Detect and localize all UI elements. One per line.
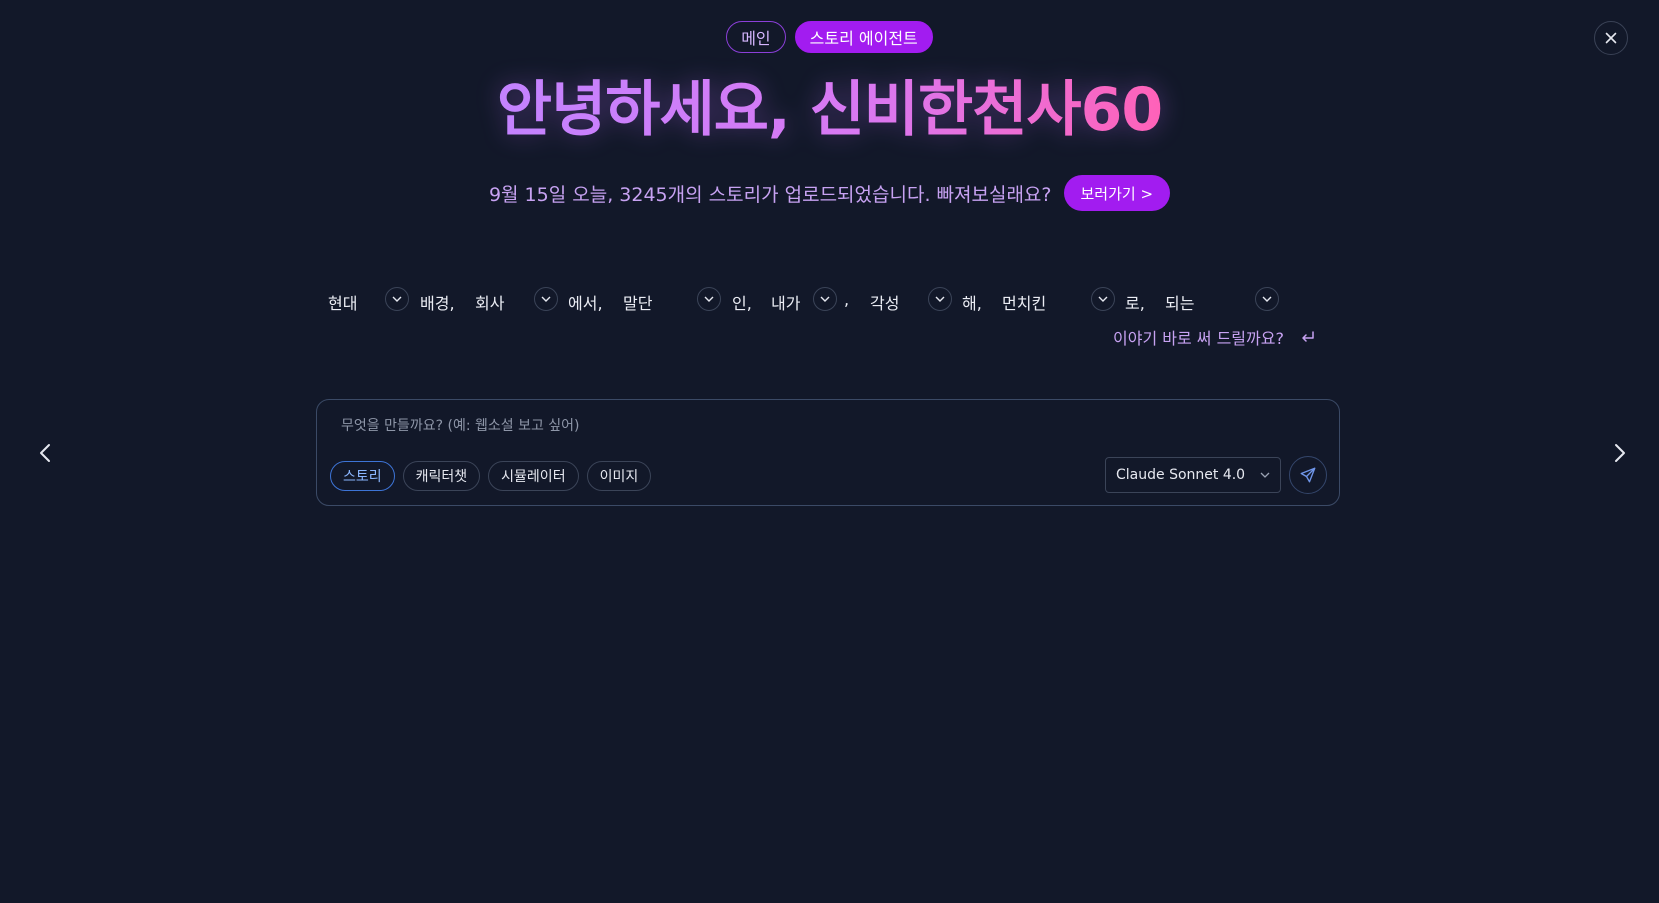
- prompt-word-role[interactable]: 먼치킨: [1002, 290, 1046, 314]
- write-now-link[interactable]: 이야기 바로 써 드릴까요?: [1113, 325, 1316, 349]
- close-button[interactable]: [1594, 21, 1628, 55]
- return-icon: [1300, 330, 1316, 344]
- prompt-input[interactable]: [341, 414, 1041, 438]
- mode-tabs: 메인 스토리 에이전트: [0, 21, 1659, 53]
- chevron-left-icon: [39, 443, 51, 463]
- outcome-dropdown[interactable]: [1255, 287, 1279, 311]
- type-chip-image[interactable]: 이미지: [586, 461, 652, 491]
- type-chip-simulator[interactable]: 시뮬레이터: [488, 461, 579, 491]
- type-chip-story[interactable]: 스토리: [330, 461, 395, 491]
- prompt-word-at: 에서,: [568, 294, 603, 313]
- prompt-word-subject[interactable]: 내가: [771, 290, 800, 314]
- prompt-builder: 현대 배경, 회사 에서, 말단 인, 내가 , 각성 해, 먼치킨 로, 되는: [322, 282, 1332, 318]
- chevron-down-icon: [1260, 472, 1270, 478]
- chevron-down-icon: [541, 296, 551, 302]
- role-dropdown[interactable]: [1091, 287, 1115, 311]
- chevron-down-icon: [935, 296, 945, 302]
- prompt-word-place[interactable]: 회사: [475, 290, 504, 314]
- prompt-word-rank[interactable]: 말단: [623, 290, 652, 314]
- write-now-label: 이야기 바로 써 드릴까요?: [1113, 329, 1284, 348]
- prompt-word-era[interactable]: 현대: [328, 290, 357, 314]
- browse-stories-button[interactable]: 보러가기 >: [1063, 175, 1171, 211]
- chevron-down-icon: [820, 296, 830, 302]
- type-chip-character-chat[interactable]: 캐릭터챗: [402, 461, 481, 491]
- prompt-word-comma: ,: [844, 290, 850, 309]
- send-button[interactable]: [1289, 456, 1327, 494]
- prompt-word-event[interactable]: 각성: [870, 290, 899, 314]
- model-select[interactable]: Claude Sonnet 4.0: [1105, 457, 1281, 493]
- page-title: 안녕하세요, 신비한천사60: [0, 70, 1659, 150]
- tab-main[interactable]: 메인: [726, 21, 786, 53]
- prompt-word-as: 로,: [1125, 294, 1145, 313]
- content-type-chips: 스토리 캐릭터챗 시뮬레이터 이미지: [330, 461, 652, 491]
- send-icon: [1299, 466, 1317, 484]
- prompt-word-do: 해,: [962, 294, 982, 313]
- chevron-down-icon: [392, 296, 402, 302]
- subject-dropdown[interactable]: [813, 287, 837, 311]
- chevron-down-icon: [1098, 296, 1108, 302]
- rank-dropdown[interactable]: [697, 287, 721, 311]
- chevron-right-icon: [1614, 443, 1626, 463]
- prompt-word-is: 인,: [732, 294, 752, 313]
- previous-button[interactable]: [30, 438, 60, 468]
- upload-count-text: 9월 15일 오늘, 3245개의 스토리가 업로드되었습니다. 빠져보실래요?: [488, 183, 1052, 206]
- chevron-down-icon: [1262, 296, 1272, 302]
- greeting-text: 안녕하세요, 신비한천사60: [496, 75, 1163, 145]
- upload-notice: 9월 15일 오늘, 3245개의 스토리가 업로드되었습니다. 빠져보실래요?…: [0, 175, 1659, 211]
- composer-card: 스토리 캐릭터챗 시뮬레이터 이미지 Claude Sonnet 4.0: [316, 399, 1340, 506]
- chevron-down-icon: [704, 296, 714, 302]
- next-button[interactable]: [1605, 438, 1635, 468]
- event-dropdown[interactable]: [928, 287, 952, 311]
- prompt-word-become[interactable]: 되는: [1165, 290, 1194, 314]
- prompt-word-setting: 배경,: [420, 294, 455, 313]
- close-icon: [1605, 32, 1617, 44]
- model-select-value: Claude Sonnet 4.0: [1116, 467, 1246, 483]
- place-dropdown[interactable]: [534, 287, 558, 311]
- era-dropdown[interactable]: [385, 287, 409, 311]
- tab-story-agent[interactable]: 스토리 에이전트: [794, 21, 933, 53]
